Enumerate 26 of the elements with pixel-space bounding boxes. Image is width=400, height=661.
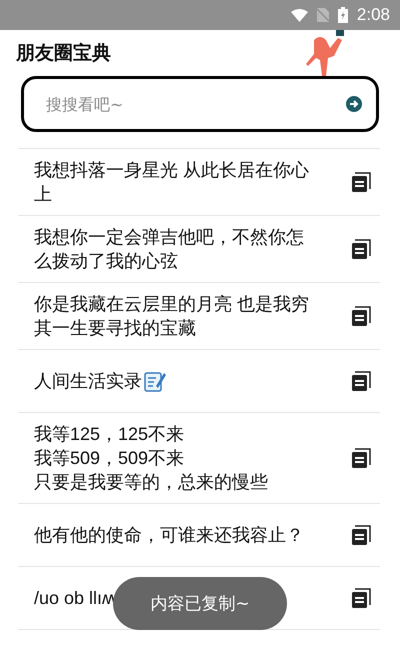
search-field[interactable]: 搜搜看吧~ [21, 76, 379, 132]
battery-icon [338, 7, 348, 23]
wifi-icon [290, 8, 308, 22]
quote-text[interactable]: 人间生活实录 [34, 369, 142, 393]
quote-text[interactable]: 我想你一定会弹吉他吧，不然你怎么拨动了我的心弦 [34, 225, 319, 273]
quote-text[interactable]: 我等125，125不来 [34, 422, 268, 446]
arrow-right-circle-icon[interactable] [346, 96, 362, 112]
copy-icon[interactable] [350, 305, 372, 327]
copy-icon[interactable] [350, 587, 372, 609]
toast: 内容已复制~ [113, 577, 287, 630]
quote-text[interactable]: 只要是我要等的，总来的慢些 [34, 470, 268, 494]
quote-text[interactable]: 我等509，509不来 [34, 446, 268, 470]
copy-icon[interactable] [350, 447, 372, 469]
status-time: 2:08 [356, 5, 390, 25]
search-input[interactable]: 搜搜看吧~ [44, 94, 346, 114]
quote-text[interactable]: /uo ob llıʍ [34, 586, 116, 610]
copy-icon[interactable] [350, 524, 372, 546]
quote-text[interactable]: 他有他的使命，可谁来还我容止？ [34, 523, 304, 547]
memo-icon [144, 370, 166, 392]
quote-text[interactable]: 我想抖落一身星光 从此长居在你心上 [34, 158, 319, 206]
no-sim-icon [316, 8, 329, 22]
app-title: 朋友圈宝典 [16, 41, 111, 66]
copy-icon[interactable] [350, 238, 372, 260]
copy-icon[interactable] [350, 370, 372, 392]
quote-text[interactable]: 你是我藏在云层里的月亮 也是我穷其一生要寻找的宝藏 [34, 292, 319, 340]
copy-icon[interactable] [350, 171, 372, 193]
